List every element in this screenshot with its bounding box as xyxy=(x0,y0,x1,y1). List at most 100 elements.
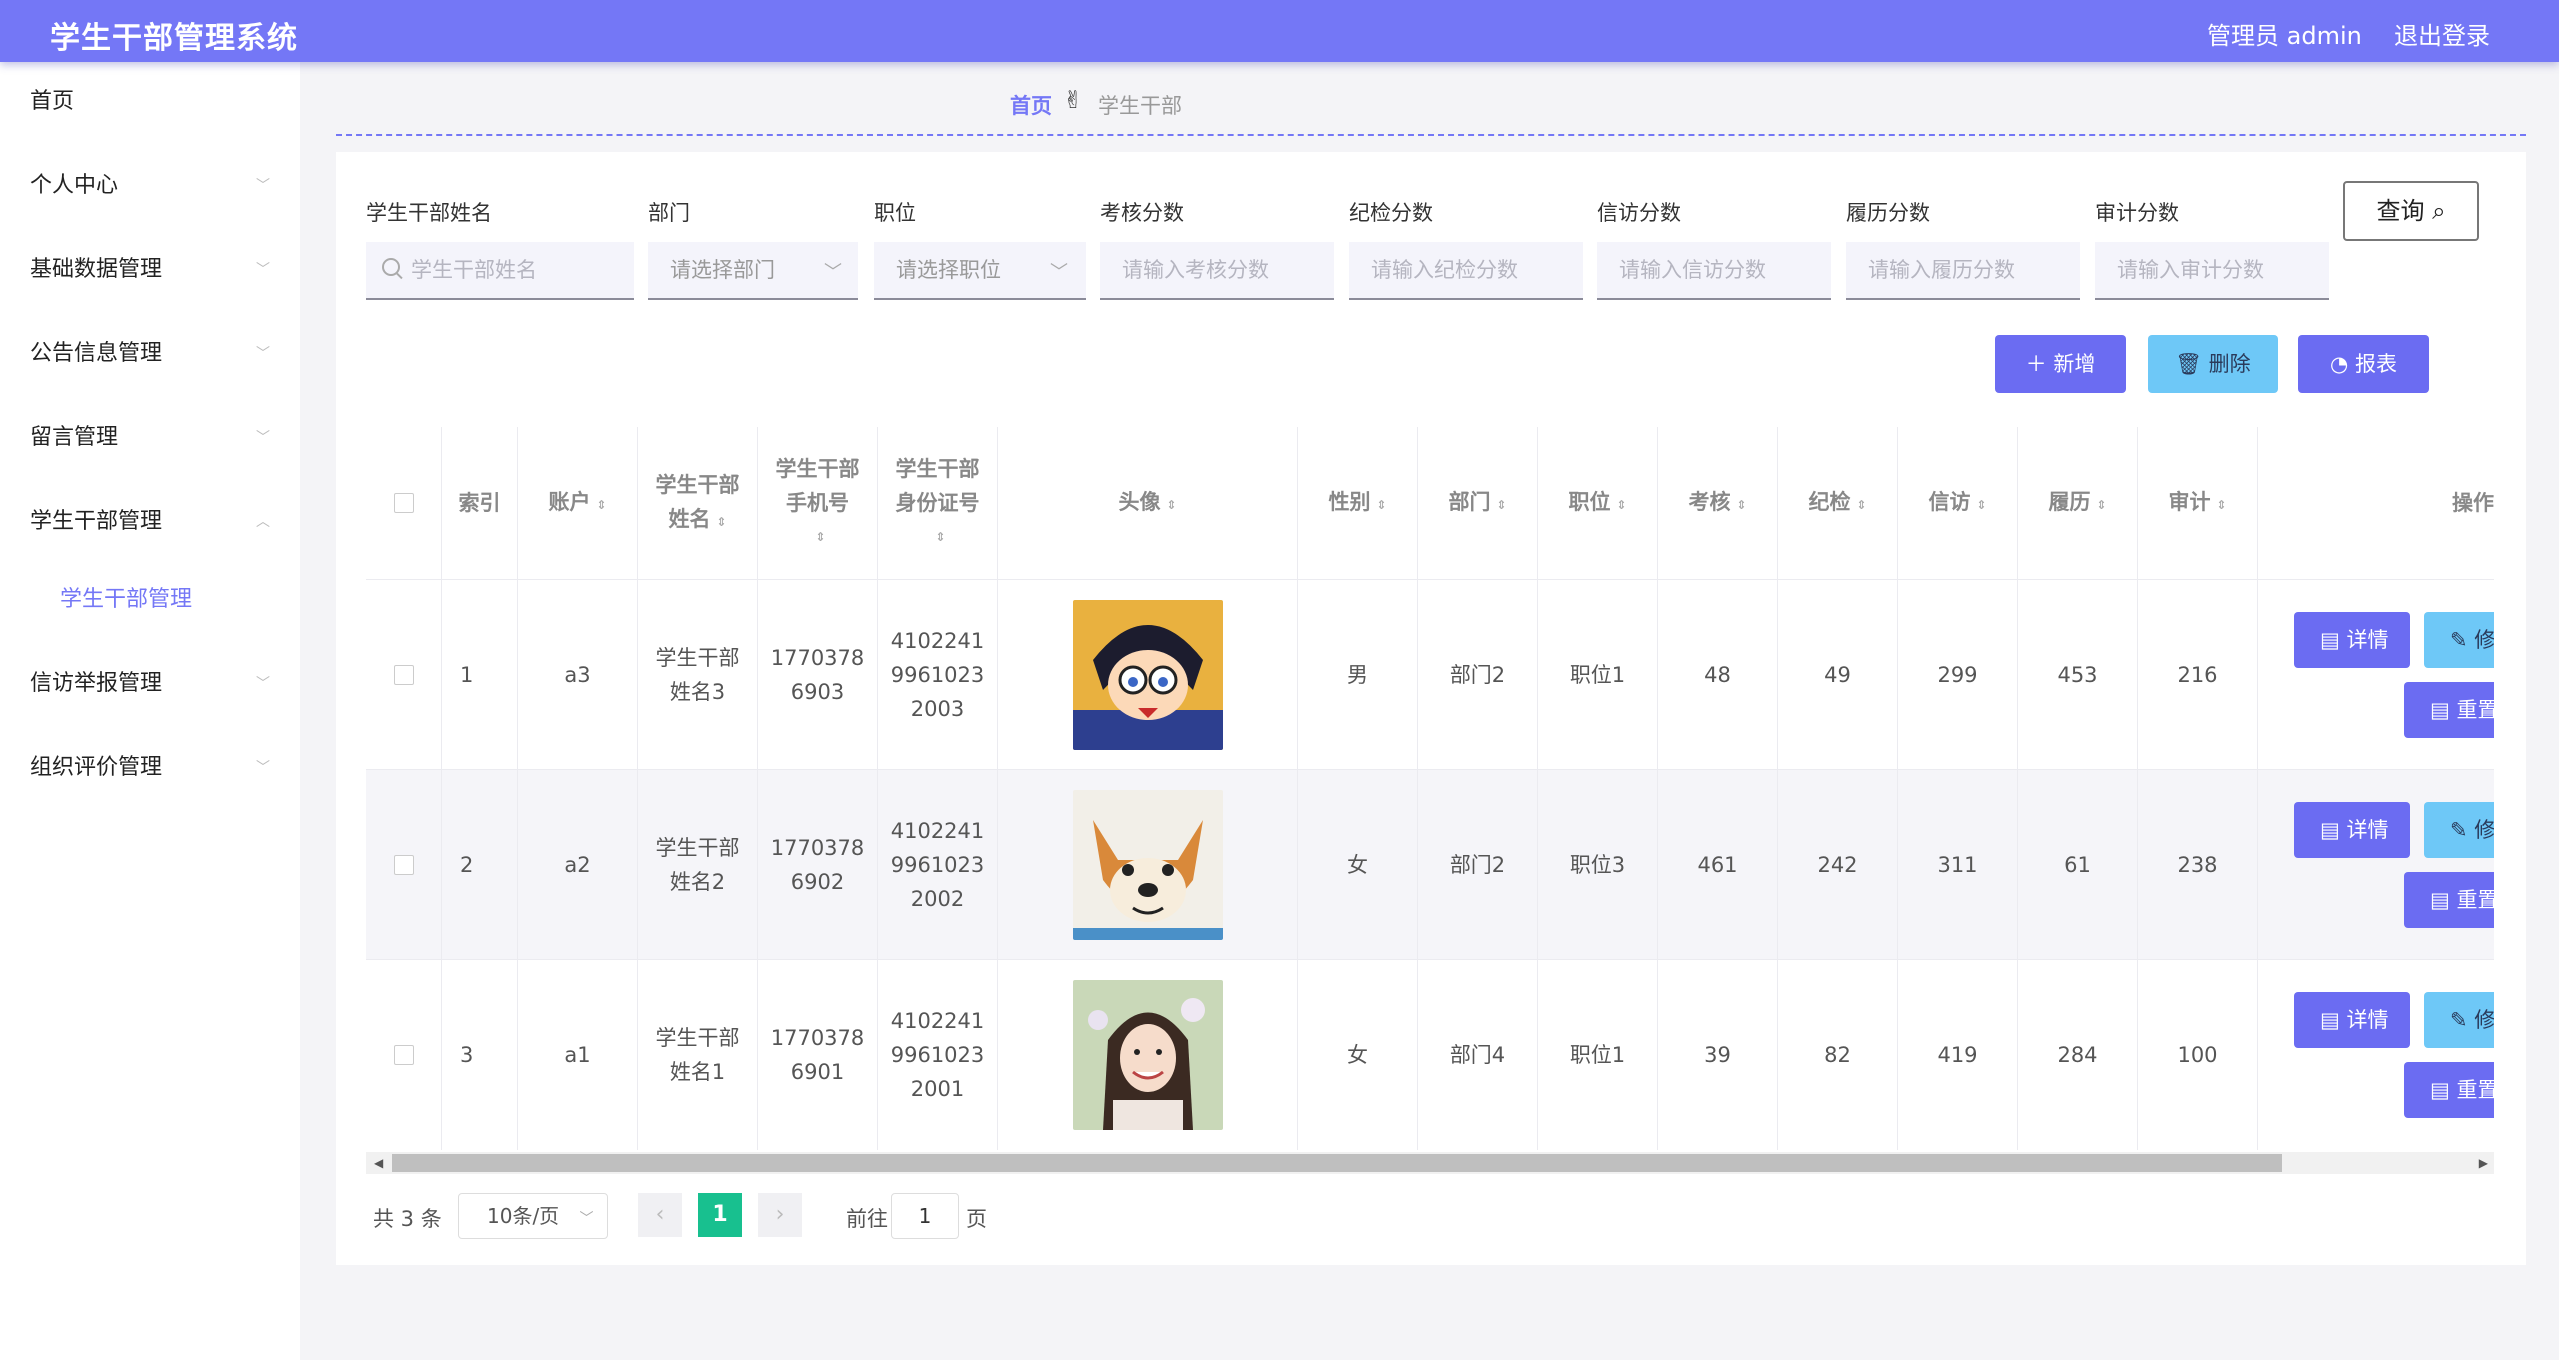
cell-value: 6903 xyxy=(790,680,845,704)
header-label: 信访 xyxy=(1928,489,1971,514)
cell-jijian: 82 xyxy=(1778,960,1898,1150)
edit-button[interactable]: ✎ 修 xyxy=(2424,992,2494,1048)
cell-value: 女 xyxy=(1347,1043,1368,1067)
header-label: 性别 xyxy=(1328,489,1371,514)
kaohe-input[interactable] xyxy=(1100,242,1334,300)
cell-index: 1 xyxy=(442,580,518,770)
checkbox[interactable] xyxy=(393,665,414,685)
scroll-thumb[interactable] xyxy=(392,1154,2282,1172)
header-label: 操作 xyxy=(2452,491,2494,515)
sort-icon[interactable]: ⇕ xyxy=(596,498,606,512)
edit-button-label: 修 xyxy=(2474,628,2494,652)
horizontal-scrollbar[interactable]: ◀ ▶ xyxy=(366,1152,2494,1174)
sort-icon[interactable]: ⇕ xyxy=(2096,498,2106,512)
sort-icon[interactable]: ⇕ xyxy=(1166,498,1176,512)
reset-button-label: 重置 xyxy=(2456,1078,2494,1102)
header-avatar[interactable]: 头像 ⇕ xyxy=(998,427,1298,579)
filter-label-shenji: 审计分数 xyxy=(2095,201,2179,225)
header-name[interactable]: 学生干部姓名 ⇕ xyxy=(638,427,758,579)
sort-icon[interactable]: ⇕ xyxy=(1736,498,1746,512)
page-number-button[interactable]: 1 xyxy=(698,1193,742,1237)
header-dept[interactable]: 部门 ⇕ xyxy=(1418,427,1538,579)
hand-icon: ✌ xyxy=(1063,86,1084,114)
report-button[interactable]: ◔ 报表 xyxy=(2298,335,2429,393)
sort-icon[interactable]: ⇕ xyxy=(1616,498,1626,512)
logout-link[interactable]: 退出登录 xyxy=(2394,16,2490,51)
header-jijian[interactable]: 纪检 ⇕ xyxy=(1778,427,1898,579)
header-label: 姓名 xyxy=(668,506,711,531)
cell-name: 学生干部 姓名2 xyxy=(638,770,758,960)
row-checkbox-cell[interactable] xyxy=(366,580,442,770)
breadcrumb-home[interactable]: 首页 xyxy=(1010,90,1052,120)
document-icon: ▤ xyxy=(2320,628,2340,652)
sidebar-item-cadre[interactable]: 学生干部管理 ︿ xyxy=(30,502,270,542)
xinfang-input[interactable] xyxy=(1597,242,1831,300)
cell-value: 9961023 xyxy=(890,853,985,877)
detail-button[interactable]: ▤ 详情 xyxy=(2294,612,2410,668)
page-size-select[interactable]: 10条/页 ﹀ xyxy=(458,1193,608,1239)
filter-label-post: 职位 xyxy=(874,201,916,225)
sort-icon[interactable]: ⇕ xyxy=(1856,498,1866,512)
header-select-all[interactable] xyxy=(366,427,442,579)
detail-button[interactable]: ▤ 详情 xyxy=(2294,802,2410,858)
sort-icon[interactable]: ⇕ xyxy=(716,515,726,529)
header-kaohe[interactable]: 考核 ⇕ xyxy=(1658,427,1778,579)
sidebar-item-message[interactable]: 留言管理 ﹀ xyxy=(30,418,270,458)
prev-page-button[interactable]: ‹ xyxy=(638,1193,682,1237)
sort-icon[interactable]: ⇕ xyxy=(815,520,825,554)
scroll-left-icon[interactable]: ◀ xyxy=(374,1152,383,1174)
next-page-button[interactable]: › xyxy=(758,1193,802,1237)
jijian-input[interactable] xyxy=(1349,242,1583,300)
sidebar-item-home[interactable]: 首页 xyxy=(30,82,270,122)
name-search-input[interactable] xyxy=(366,242,634,300)
query-button[interactable]: 查询 ⌕ xyxy=(2343,181,2479,241)
sort-icon[interactable]: ⇕ xyxy=(935,520,945,554)
cell-phone: 1770378 6903 xyxy=(758,580,878,770)
cell-value: 453 xyxy=(2057,663,2098,687)
shenji-input[interactable] xyxy=(2095,242,2329,300)
reset-button[interactable]: ▤ 重置 xyxy=(2404,1062,2494,1118)
header-phone[interactable]: 学生干部 手机号 ⇕ xyxy=(758,427,878,579)
checkbox[interactable] xyxy=(393,1045,414,1065)
chevron-down-icon: ﹀ xyxy=(256,676,270,692)
header-idcard[interactable]: 学生干部 身份证号 ⇕ xyxy=(878,427,998,579)
cell-phone: 1770378 6901 xyxy=(758,960,878,1150)
row-checkbox-cell[interactable] xyxy=(366,960,442,1150)
header-label: 学生干部 xyxy=(655,472,740,497)
cell-value: 女 xyxy=(1347,853,1368,877)
header-post[interactable]: 职位 ⇕ xyxy=(1538,427,1658,579)
checkbox[interactable] xyxy=(393,855,414,875)
detail-button[interactable]: ▤ 详情 xyxy=(2294,992,2410,1048)
delete-button[interactable]: 🗑 删除 xyxy=(2148,335,2278,393)
chevron-up-icon: ︿ xyxy=(256,514,270,530)
header-shenji[interactable]: 审计 ⇕ xyxy=(2138,427,2258,579)
add-button[interactable]: ＋ 新增 xyxy=(1995,335,2126,393)
sidebar-item-notice[interactable]: 公告信息管理 ﹀ xyxy=(30,334,270,374)
goto-page-input[interactable]: 1 xyxy=(891,1193,959,1239)
header-account[interactable]: 账户 ⇕ xyxy=(518,427,638,579)
edit-button[interactable]: ✎ 修 xyxy=(2424,802,2494,858)
sort-icon[interactable]: ⇕ xyxy=(1496,498,1506,512)
sort-icon[interactable]: ⇕ xyxy=(1376,498,1386,512)
reset-button[interactable]: ▤ 重置 xyxy=(2404,682,2494,738)
sort-icon[interactable]: ⇕ xyxy=(2216,498,2226,512)
row-checkbox-cell[interactable] xyxy=(366,770,442,960)
header-gender[interactable]: 性别 ⇕ xyxy=(1298,427,1418,579)
lvli-input[interactable] xyxy=(1846,242,2080,300)
sidebar-item-petition[interactable]: 信访举报管理 ﹀ xyxy=(30,664,270,704)
sidebar-item-basic-data[interactable]: 基础数据管理 ﹀ xyxy=(30,250,270,290)
sidebar-subitem-cadre-manage[interactable]: 学生干部管理 xyxy=(60,580,270,620)
edit-button[interactable]: ✎ 修 xyxy=(2424,612,2494,668)
scroll-right-icon[interactable]: ▶ xyxy=(2479,1152,2488,1174)
cell-index: 3 xyxy=(442,960,518,1150)
pie-chart-icon: ◔ xyxy=(2329,352,2349,376)
sidebar-item-label: 首页 xyxy=(30,89,75,114)
sidebar-item-org-eval[interactable]: 组织评价管理 ﹀ xyxy=(30,748,270,788)
reset-button[interactable]: ▤ 重置 xyxy=(2404,872,2494,928)
header-xinfang[interactable]: 信访 ⇕ xyxy=(1898,427,2018,579)
sidebar-item-personal[interactable]: 个人中心 ﹀ xyxy=(30,166,270,206)
sort-icon[interactable]: ⇕ xyxy=(1976,498,1986,512)
header-lvli[interactable]: 履历 ⇕ xyxy=(2018,427,2138,579)
reset-button-label: 重置 xyxy=(2456,698,2494,722)
checkbox[interactable] xyxy=(393,493,414,513)
